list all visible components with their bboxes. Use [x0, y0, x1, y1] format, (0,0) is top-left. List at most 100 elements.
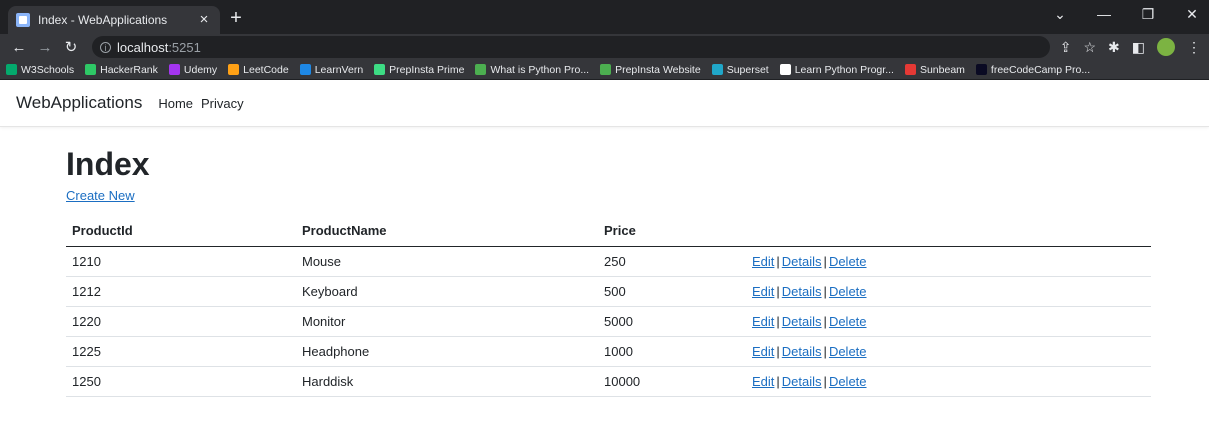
bookmark-item[interactable]: PrepInsta Prime [374, 64, 464, 76]
cell-product-name: Headphone [296, 336, 598, 367]
bookmark-item[interactable]: LeetCode [228, 64, 289, 76]
table-row: 1225 Headphone 1000 Edit | Details | Delete [66, 336, 1151, 367]
products-table: ProductId ProductName Price 1210 Mouse 2… [66, 215, 1151, 397]
bookmark-item[interactable]: Superset [711, 64, 769, 76]
cell-product-id: 1220 [66, 306, 296, 337]
page-title: Index [66, 146, 150, 182]
delete-link[interactable]: Delete [829, 344, 867, 359]
action-separator: | [823, 374, 827, 389]
browser-tabstrip: Index - WebApplications × + ⌄ — ❐ ✕ [0, 0, 1209, 34]
cell-actions: Edit | Details | Delete [746, 336, 1151, 367]
bookmark-item[interactable]: freeCodeCamp Pro... [975, 64, 1090, 76]
address-bar[interactable]: i localhost:5251 [92, 36, 1050, 58]
bookmark-favicon-icon [299, 64, 311, 75]
bookmark-favicon-icon [475, 64, 487, 75]
edit-link[interactable]: Edit [752, 284, 774, 299]
cell-product-id: 1210 [66, 246, 296, 277]
cell-price: 250 [598, 246, 746, 277]
cell-product-id: 1250 [66, 366, 296, 397]
bookmark-item[interactable]: W3Schools [6, 64, 74, 76]
action-separator: | [823, 314, 827, 329]
cell-product-id: 1225 [66, 336, 296, 367]
close-window-icon[interactable]: ✕ [1183, 6, 1201, 23]
action-separator: | [776, 344, 780, 359]
bookmark-item[interactable]: Sunbeam [904, 64, 965, 76]
bookmark-item[interactable]: HackerRank [85, 64, 158, 76]
action-separator: | [823, 344, 827, 359]
create-new-link[interactable]: Create New [66, 188, 135, 203]
action-separator: | [776, 254, 780, 269]
column-header-productid: ProductId [66, 215, 296, 247]
bookmark-star-icon[interactable]: ☆ [1083, 39, 1096, 56]
menu-icon[interactable]: ⋮ [1187, 39, 1201, 56]
cell-actions: Edit | Details | Delete [746, 246, 1151, 277]
edit-link[interactable]: Edit [752, 344, 774, 359]
cell-product-name: Keyboard [296, 276, 598, 307]
delete-link[interactable]: Delete [829, 314, 867, 329]
table-row: 1212 Keyboard 500 Edit | Details | Delete [66, 276, 1151, 307]
close-tab-icon[interactable]: × [196, 12, 212, 27]
edit-link[interactable]: Edit [752, 374, 774, 389]
column-header-productname: ProductName [296, 215, 598, 247]
edit-link[interactable]: Edit [752, 254, 774, 269]
table-row: 1250 Harddisk 10000 Edit | Details | Delete [66, 366, 1151, 397]
bookmark-item[interactable]: Udemy [168, 64, 217, 76]
bookmark-favicon-icon [6, 64, 17, 75]
url-host: localhost [117, 39, 169, 55]
delete-link[interactable]: Delete [829, 374, 867, 389]
column-header-price: Price [598, 215, 746, 247]
bookmark-item[interactable]: Learn Python Progr... [779, 64, 894, 76]
action-separator: | [776, 284, 780, 299]
bookmark-item[interactable]: What is Python Pro... [475, 64, 589, 76]
details-link[interactable]: Details [782, 254, 822, 269]
cell-product-name: Mouse [296, 246, 598, 277]
back-icon[interactable]: ← [8, 39, 30, 56]
share-icon[interactable]: ⇪ [1060, 39, 1072, 56]
details-link[interactable]: Details [782, 284, 822, 299]
bookmark-favicon-icon [228, 64, 240, 75]
tab-title: Index - WebApplications [38, 13, 168, 27]
restore-icon[interactable]: ❐ [1139, 6, 1157, 23]
app-brand-link[interactable]: WebApplications [16, 93, 142, 113]
details-link[interactable]: Details [782, 374, 822, 389]
cell-product-name: Harddisk [296, 366, 598, 397]
bookmark-favicon-icon [374, 64, 386, 75]
new-tab-icon[interactable]: + [226, 8, 246, 28]
page-favicon-icon [16, 13, 30, 27]
delete-link[interactable]: Delete [829, 284, 867, 299]
profile-avatar[interactable] [1157, 38, 1175, 56]
bookmark-favicon-icon [600, 64, 612, 75]
site-info-icon[interactable]: i [100, 41, 111, 53]
extensions-icon[interactable]: ✱ [1108, 39, 1120, 56]
bookmark-item[interactable]: LearnVern [299, 64, 363, 76]
column-header-actions [746, 215, 1151, 247]
delete-link[interactable]: Delete [829, 254, 867, 269]
table-row: 1210 Mouse 250 Edit | Details | Delete [66, 246, 1151, 277]
reload-icon[interactable]: ↻ [60, 38, 82, 56]
bookmarks-bar: W3Schools HackerRank Udemy LeetCode Lear… [0, 60, 1209, 80]
side-panel-icon[interactable]: ◧ [1132, 39, 1145, 56]
bookmark-favicon-icon [711, 64, 723, 75]
window-controls: ⌄ — ❐ ✕ [1051, 6, 1201, 23]
browser-tab[interactable]: Index - WebApplications × [8, 6, 220, 34]
tab-search-icon[interactable]: ⌄ [1051, 6, 1069, 23]
edit-link[interactable]: Edit [752, 314, 774, 329]
cell-product-id: 1212 [66, 276, 296, 307]
cell-price: 500 [598, 276, 746, 307]
app-navbar: WebApplications Home Privacy [0, 80, 1209, 127]
bookmark-item[interactable]: PrepInsta Website [600, 64, 701, 76]
cell-price: 5000 [598, 306, 746, 337]
action-separator: | [776, 374, 780, 389]
cell-product-name: Monitor [296, 306, 598, 337]
main-content: Index Create New ProductId ProductName P… [0, 147, 1209, 397]
nav-link-privacy[interactable]: Privacy [201, 96, 244, 111]
forward-icon[interactable]: → [34, 39, 56, 56]
toolbar-actions: ⇪ ☆ ✱ ◧ ⋮ [1060, 38, 1201, 56]
table-header-row: ProductId ProductName Price [66, 215, 1151, 247]
bookmark-favicon-icon [904, 64, 916, 75]
details-link[interactable]: Details [782, 314, 822, 329]
nav-link-home[interactable]: Home [158, 96, 193, 111]
details-link[interactable]: Details [782, 344, 822, 359]
minimize-icon[interactable]: — [1095, 6, 1113, 23]
action-separator: | [823, 254, 827, 269]
